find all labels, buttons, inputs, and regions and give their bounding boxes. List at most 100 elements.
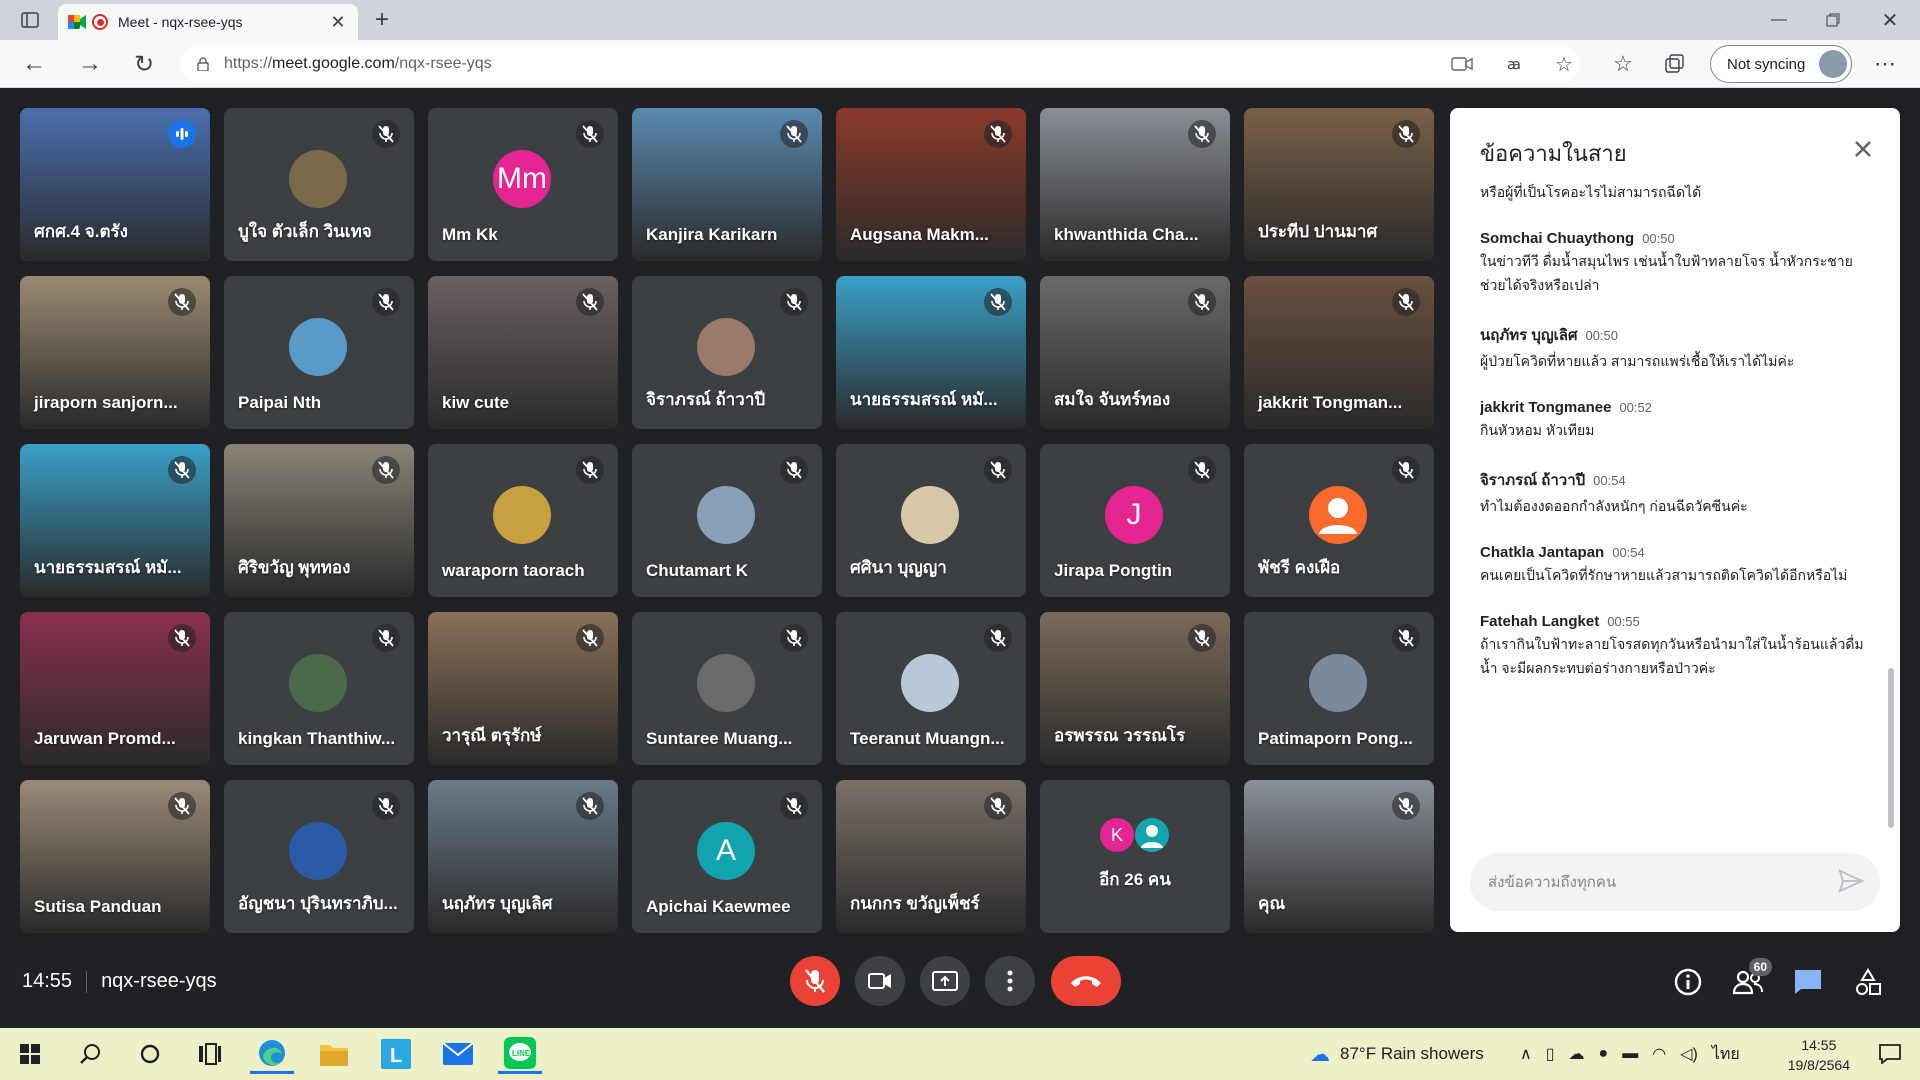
battery-icon[interactable]: ▬	[1622, 1045, 1638, 1063]
participant-tile[interactable]: A Apichai Kaewmee	[632, 780, 822, 933]
participant-tile[interactable]: ศกศ.4 จ.ตรัง	[20, 108, 210, 261]
chat-time: 00:55	[1607, 614, 1640, 629]
taskbar-clock[interactable]: 14:55 19/8/2564	[1788, 1035, 1850, 1075]
people-icon[interactable]: 60	[1730, 958, 1772, 1000]
windows-start-icon[interactable]	[8, 1034, 52, 1074]
microphone-toggle-button[interactable]	[790, 956, 840, 1006]
weather-icon: ☁	[1310, 1043, 1330, 1066]
participant-tile[interactable]: Teeranut Muangn...	[836, 612, 1026, 765]
participant-tile[interactable]: พัชรี คงเฝือ	[1244, 444, 1434, 597]
onedrive-icon[interactable]: ☁	[1569, 1044, 1585, 1064]
show-hidden-icons-icon[interactable]: ∧	[1520, 1044, 1532, 1064]
chat-message: Somchai Chuaythong 00:50 ในข่าวทีวี ดื่มน้…	[1480, 230, 1870, 297]
chat-message: Fatehah Langket 00:55 ถ้าเรากินใบฟ้าทะลายโ…	[1480, 613, 1870, 680]
muted-mic-icon	[576, 456, 604, 484]
send-icon[interactable]	[1838, 869, 1865, 897]
participant-tile[interactable]: Jaruwan Promd...	[20, 612, 210, 765]
chat-icon[interactable]	[1790, 964, 1826, 1000]
search-icon[interactable]	[68, 1034, 112, 1074]
edge-app-icon[interactable]	[250, 1034, 294, 1074]
maximize-icon[interactable]	[1818, 8, 1848, 32]
participant-tile[interactable]: ประทีป ปานมาศ	[1244, 108, 1434, 261]
participant-tile[interactable]: jiraporn sanjorn...	[20, 276, 210, 429]
camera-permission-icon[interactable]	[1450, 53, 1474, 75]
participant-tile[interactable]: กนกกร ขวัญเพ็ชร์	[836, 780, 1026, 933]
muted-mic-icon	[1392, 120, 1420, 148]
chat-input[interactable]: ส่งข้อความถึงทุกคน	[1470, 853, 1880, 911]
address-bar[interactable]: https://meet.google.com/nqx-rsee-yqs ꜳ ☆	[180, 45, 1580, 83]
mail-icon[interactable]	[436, 1034, 480, 1074]
chat-sender: จิราภรณ์ ถ้าวาปี	[1480, 472, 1586, 489]
close-chat-icon[interactable]	[1848, 134, 1878, 164]
participant-tile[interactable]: Paipai Nth	[224, 276, 414, 429]
participant-avatar	[901, 654, 959, 712]
read-aloud-icon[interactable]: ꜳ	[1502, 53, 1526, 75]
muted-mic-icon	[780, 456, 808, 484]
favorites-icon[interactable]: ☆	[1608, 50, 1638, 78]
participant-tile[interactable]: jakkrit Tongman...	[1244, 276, 1434, 429]
participant-tile[interactable]: Sutisa Panduan	[20, 780, 210, 933]
activities-icon[interactable]	[1850, 964, 1886, 1000]
more-options-icon[interactable]: ⋯	[1870, 50, 1900, 78]
participant-tile[interactable]: ศิริขวัญ พุททอง	[224, 444, 414, 597]
participant-tile[interactable]: Chutamart K	[632, 444, 822, 597]
participant-tile[interactable]: บูใจ ตัวเล็ก วินเทจ	[224, 108, 414, 261]
participant-tile[interactable]: ศศินา บุญญา	[836, 444, 1026, 597]
more-options-button[interactable]	[985, 956, 1035, 1006]
weather-widget[interactable]: ☁ 87°F Rain showers	[1310, 1028, 1484, 1080]
l-app-icon[interactable]: L	[374, 1034, 418, 1074]
participant-tile[interactable]: khwanthida Cha...	[1040, 108, 1230, 261]
refresh-icon[interactable]: ↻	[130, 50, 158, 78]
language-indicator[interactable]: ไทย	[1712, 1042, 1740, 1067]
muted-mic-icon	[1188, 288, 1216, 316]
participant-tile[interactable]: จิราภรณ์ ถ้าวาปี	[632, 276, 822, 429]
present-screen-button[interactable]	[920, 956, 970, 1006]
participant-tile[interactable]: อรพรรณ วรรณโร	[1040, 612, 1230, 765]
participant-tile[interactable]: waraporn taorach	[428, 444, 618, 597]
chat-message-list[interactable]: หรือผู้ที่เป็นโรคอะไรไม่สามารถฉีดได้ Somc…	[1480, 178, 1870, 858]
notifications-icon[interactable]	[1868, 1034, 1912, 1074]
line-app-icon[interactable]: LINE	[498, 1034, 542, 1074]
participant-name: waraporn taorach	[442, 561, 585, 580]
back-icon[interactable]: ←	[20, 50, 48, 78]
participant-tile[interactable]: J Jirapa Pongtin	[1040, 444, 1230, 597]
wifi-icon[interactable]: ◠	[1652, 1044, 1666, 1064]
participant-tile[interactable]: K อีก 26 คน	[1040, 780, 1230, 933]
participant-tile[interactable]: นฤภัทร บุญเลิศ	[428, 780, 618, 933]
task-view-icon[interactable]	[188, 1034, 232, 1074]
meeting-details-icon[interactable]	[1670, 964, 1706, 1000]
file-explorer-icon[interactable]	[312, 1034, 356, 1074]
close-tab-icon[interactable]: ✕	[328, 12, 348, 33]
participant-tile[interactable]: วารุณี ตรุรักษ์	[428, 612, 618, 765]
collections-icon[interactable]	[1660, 50, 1690, 78]
participant-tile[interactable]: อัญชนา ปุรินทราภิบ...	[224, 780, 414, 933]
browser-tab-bar: Meet - nqx-rsee-yqs ✕ + — ✕	[0, 0, 1920, 40]
tab-actions-icon[interactable]	[18, 8, 42, 32]
leave-call-button[interactable]	[1051, 956, 1121, 1006]
device-icon[interactable]: ▯	[1546, 1044, 1555, 1064]
participant-tile[interactable]: Suntaree Muang...	[632, 612, 822, 765]
participant-tile[interactable]: นายธรรมสรณ์ หมั...	[20, 444, 210, 597]
add-favorite-icon[interactable]: ☆	[1552, 53, 1576, 76]
participant-tile[interactable]: คุณ	[1244, 780, 1434, 933]
volume-icon[interactable]: ◁)	[1680, 1044, 1698, 1064]
chat-scrollbar[interactable]	[1888, 668, 1894, 828]
microphone-tray-icon[interactable]: ●	[1599, 1045, 1609, 1063]
minimize-icon[interactable]: —	[1764, 8, 1794, 32]
participant-tile[interactable]: Patimaporn Pong...	[1244, 612, 1434, 765]
sync-label: Not syncing	[1727, 55, 1806, 73]
participant-tile[interactable]: kiw cute	[428, 276, 618, 429]
close-window-icon[interactable]: ✕	[1875, 8, 1905, 32]
participant-tile[interactable]: Mm Mm Kk	[428, 108, 618, 261]
profile-sync-button[interactable]: Not syncing	[1710, 45, 1852, 83]
new-tab-icon[interactable]: +	[370, 6, 394, 33]
camera-toggle-button[interactable]	[855, 956, 905, 1006]
participant-tile[interactable]: สมใจ จันทร์ทอง	[1040, 276, 1230, 429]
participant-tile[interactable]: นายธรรมสรณ์ หมั...	[836, 276, 1026, 429]
participant-tile[interactable]: Augsana Makm...	[836, 108, 1026, 261]
participant-tile[interactable]: Kanjira Karikarn	[632, 108, 822, 261]
forward-icon[interactable]: →	[76, 50, 104, 78]
cortana-icon[interactable]	[128, 1034, 172, 1074]
browser-tab-meet[interactable]: Meet - nqx-rsee-yqs ✕	[58, 4, 358, 40]
participant-tile[interactable]: kingkan Thanthiw...	[224, 612, 414, 765]
